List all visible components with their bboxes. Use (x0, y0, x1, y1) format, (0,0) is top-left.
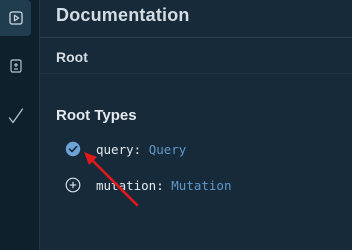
validate-button[interactable] (0, 98, 31, 134)
section-divider (40, 73, 352, 74)
field-colon: : (156, 177, 172, 193)
root-type-mutation[interactable]: mutation: Mutation (64, 175, 232, 195)
checkmark-icon (8, 107, 24, 125)
history-button[interactable] (0, 48, 31, 84)
page-title: Documentation (56, 5, 190, 25)
field-name: mutation (96, 177, 157, 193)
sidebar (0, 0, 40, 250)
field-type-link[interactable]: Mutation (171, 178, 231, 193)
root-type-query[interactable]: query: Query (64, 139, 186, 159)
docs-header: Documentation (40, 0, 352, 38)
history-icon (8, 58, 24, 74)
breadcrumb: Root (56, 49, 88, 65)
docs-play-icon (8, 10, 24, 26)
root-types-heading: Root Types (56, 107, 137, 124)
plus-circle-icon (64, 176, 82, 194)
field-name: query (96, 141, 134, 157)
field-colon: : (133, 141, 149, 157)
field-type-link[interactable]: Query (149, 142, 187, 157)
docs-explorer-button[interactable] (0, 0, 31, 36)
check-circle-icon (64, 140, 82, 158)
